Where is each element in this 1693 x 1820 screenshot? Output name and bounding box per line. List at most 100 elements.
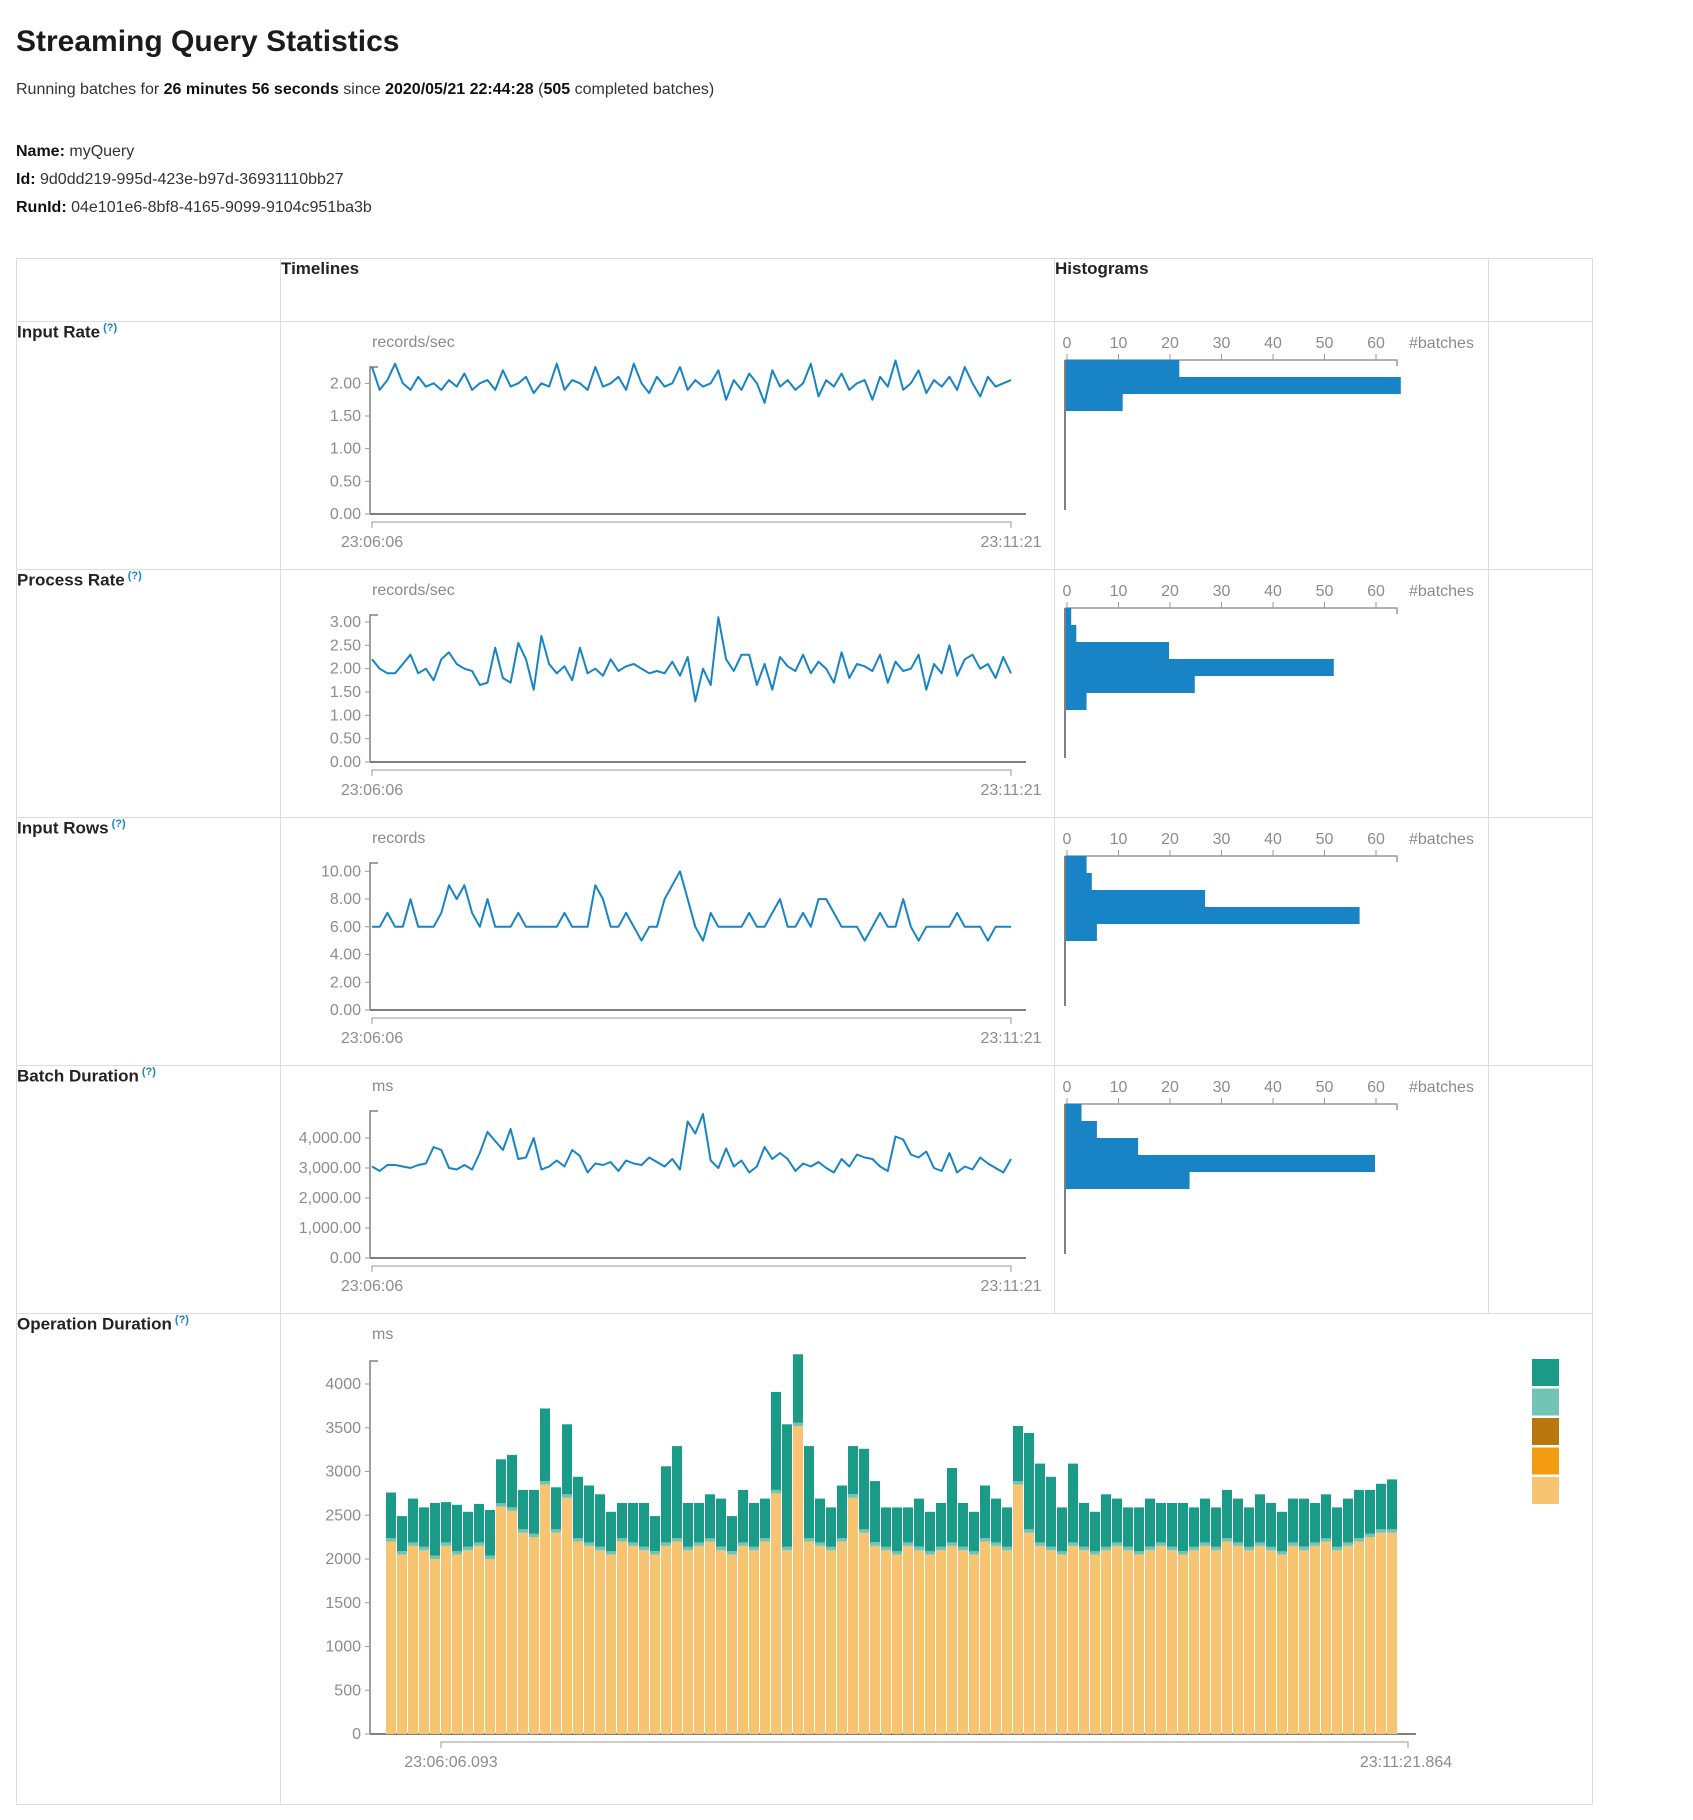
histogram-bar — [1066, 676, 1195, 693]
batch-duration-histogram-chart: 0102030405060#batches — [1055, 1066, 1489, 1314]
stacked-bar-base — [1365, 1537, 1375, 1734]
stacked-bar-base — [771, 1493, 781, 1734]
stacked-bar-top — [441, 1502, 451, 1542]
histogram-bar — [1066, 693, 1087, 710]
stacked-bar-mid — [1310, 1542, 1320, 1546]
stacked-bar-top — [1057, 1507, 1067, 1551]
stacked-bar-mid — [507, 1507, 517, 1511]
stacked-bar-top — [573, 1477, 583, 1538]
stacked-bar-base — [1189, 1550, 1199, 1734]
stacked-bar-top — [1288, 1499, 1298, 1543]
svg-text:10: 10 — [1110, 831, 1128, 848]
stacked-bar-top — [485, 1510, 495, 1556]
stacked-bar-top — [584, 1486, 594, 1543]
stacked-bar-base — [925, 1555, 935, 1734]
stacked-bar-top — [1002, 1507, 1012, 1546]
svg-text:40: 40 — [1264, 583, 1282, 600]
stacked-bar-base — [1266, 1550, 1276, 1734]
stacked-bar-mid — [551, 1529, 561, 1533]
x-start-label: 23:06:06 — [341, 534, 403, 551]
row-label: Input Rows — [17, 819, 109, 838]
stacked-bar-top — [507, 1455, 517, 1508]
stacked-bar-base — [518, 1533, 528, 1734]
stacked-bar-top — [727, 1516, 737, 1551]
stacked-bar-top — [672, 1446, 682, 1538]
stacked-bar-base — [584, 1546, 594, 1734]
svg-text:50: 50 — [1316, 831, 1334, 848]
histogram-bar — [1066, 659, 1334, 676]
stacked-bar-top — [991, 1499, 1001, 1543]
stacked-bar-top — [804, 1446, 814, 1538]
svg-text:1.50: 1.50 — [330, 408, 361, 425]
stacked-bar-mid — [485, 1556, 495, 1560]
stacked-bar-top — [1046, 1477, 1056, 1547]
stacked-bar-mid — [815, 1542, 825, 1546]
stacked-bar-mid — [518, 1529, 528, 1533]
input-rows-row: Input Rows(?) records10.008.006.004.002.… — [17, 818, 1593, 1066]
svg-text:60: 60 — [1367, 831, 1385, 848]
process-rate-histogram-chart: 0102030405060#batches — [1055, 570, 1489, 818]
stacked-bar-top — [617, 1503, 627, 1538]
stacked-bar-top — [1233, 1499, 1243, 1543]
help-icon[interactable]: (?) — [128, 570, 142, 582]
svg-text:2.50: 2.50 — [330, 637, 361, 654]
query-runid-line: RunId: 04e101e6-8bf8-4165-9099-9104c951b… — [16, 194, 1677, 222]
help-icon[interactable]: (?) — [175, 1314, 189, 1326]
stacked-bar-top — [1200, 1499, 1210, 1543]
svg-text:0.00: 0.00 — [330, 506, 361, 523]
row-label: Input Rate — [17, 323, 100, 342]
histogram-bar — [1066, 1155, 1375, 1172]
stacked-bar-base — [727, 1555, 737, 1734]
input-rate-label-cell: Input Rate(?) — [17, 322, 281, 570]
histogram-bar — [1066, 608, 1071, 625]
stacked-bar-base — [903, 1546, 913, 1734]
stacked-bar-base — [452, 1555, 462, 1734]
stacked-bar-top — [683, 1503, 693, 1547]
histogram-bar — [1066, 1121, 1097, 1138]
hist-x-axis — [1065, 856, 1397, 862]
stacked-bar-mid — [1343, 1542, 1353, 1546]
row-label: Operation Duration — [17, 1315, 172, 1334]
stacked-bar-mid — [573, 1538, 583, 1542]
query-id-line: Id: 9d0dd219-995d-423e-b97d-36931110bb27 — [16, 166, 1677, 194]
svg-text:20: 20 — [1161, 335, 1179, 352]
stacked-bar-base — [1013, 1485, 1023, 1734]
stacked-bar-mid — [1167, 1547, 1177, 1551]
running-prefix: Running batches for — [16, 81, 164, 98]
x-end-label: 23:11:21 — [980, 782, 1041, 799]
help-icon[interactable]: (?) — [103, 322, 117, 334]
stacked-bar-mid — [1101, 1547, 1111, 1551]
stacked-bar-mid — [430, 1556, 440, 1560]
help-icon[interactable]: (?) — [142, 1066, 156, 1078]
stacked-bar-mid — [650, 1551, 660, 1555]
histogram-bar — [1066, 1104, 1082, 1121]
stacked-bar-base — [1024, 1533, 1034, 1734]
help-icon[interactable]: (?) — [112, 818, 126, 830]
stacked-bar-top — [419, 1507, 429, 1546]
stacked-bar-base — [793, 1426, 803, 1734]
stacked-bar-mid — [1376, 1529, 1386, 1533]
histogram-bar — [1066, 856, 1087, 873]
spacer-cell — [1489, 1066, 1593, 1314]
stacked-bar-mid — [463, 1547, 473, 1551]
stacked-bar-base — [826, 1550, 836, 1734]
stacked-bar-top — [848, 1446, 858, 1494]
stacked-bar-base — [991, 1546, 1001, 1734]
batch-duration-row: Batch Duration(?) ms4,000.003,000.002,00… — [17, 1066, 1593, 1314]
stacked-bar-base — [738, 1546, 748, 1734]
stacked-bar-base — [1376, 1533, 1386, 1734]
stacked-bar-top — [1112, 1499, 1122, 1543]
stacked-bar-base — [1321, 1542, 1331, 1735]
stacked-bar-base — [507, 1511, 517, 1734]
stacked-bar-base — [848, 1498, 858, 1734]
spacer-cell — [1489, 570, 1593, 818]
stacked-bar-top — [397, 1516, 407, 1551]
stacked-bar-mid — [1145, 1547, 1155, 1551]
svg-text:0: 0 — [1063, 831, 1072, 848]
stacked-bar-base — [529, 1537, 539, 1734]
stacked-bar-base — [595, 1550, 605, 1734]
x-axis-bracket — [372, 522, 1011, 528]
stacked-bar-top — [1244, 1507, 1254, 1546]
stacked-bar-base — [881, 1550, 891, 1734]
y-axis — [370, 1361, 378, 1734]
